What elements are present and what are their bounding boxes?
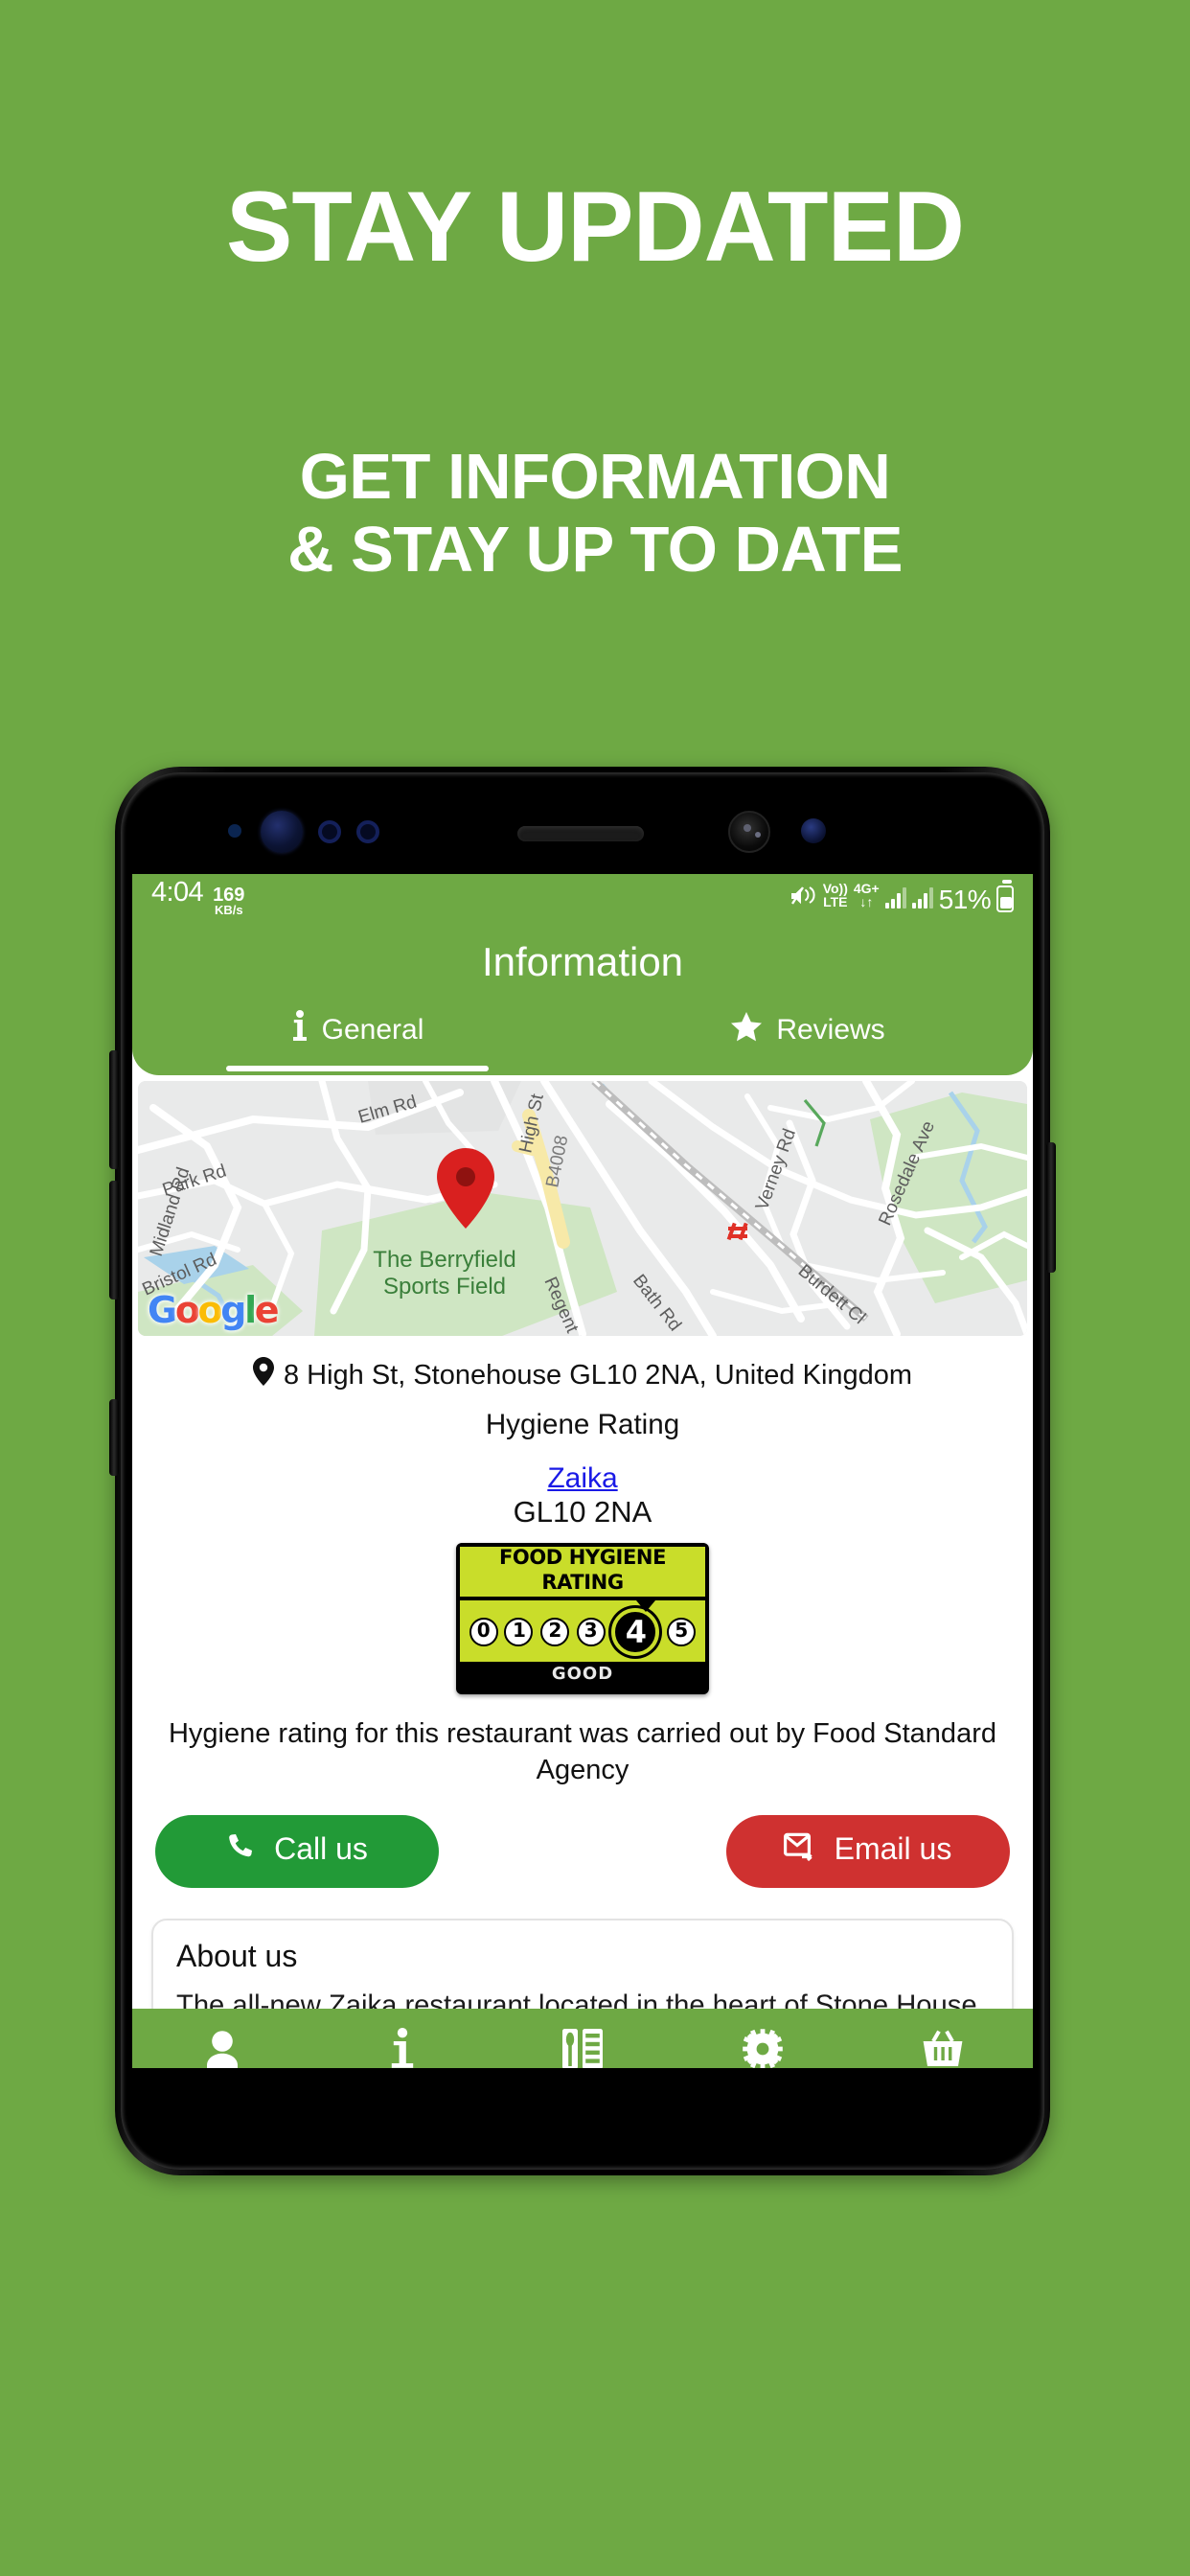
- volte-indicator: Vo)) LTE: [823, 885, 848, 910]
- app-bar: Information General Reviews: [132, 922, 1033, 1075]
- phone-top-bezel: [126, 778, 1039, 874]
- about-us-title: About us: [176, 1942, 298, 1975]
- business-link[interactable]: Zaika: [132, 1441, 1033, 1495]
- hygiene-rating-heading: Hygiene Rating: [485, 1411, 680, 1441]
- status-bar-left: 4:04 169 KB/s: [151, 879, 244, 917]
- nav-item-account[interactable]: [132, 2009, 312, 2068]
- phone-screen: 4:04 169 KB/s Vo)) LTE 4G+ ↓↑ 51% Inform…: [132, 874, 1033, 2068]
- address-row: 8 High St, Stonehouse GL10 2NA, United K…: [132, 1336, 1033, 1393]
- led-indicator-icon: [801, 818, 826, 843]
- signal-bars-sim1-icon: [884, 887, 906, 908]
- phone-icon: [226, 1832, 257, 1873]
- email-icon: [784, 1832, 817, 1873]
- network-speed-unit: KB/s: [214, 904, 243, 918]
- address-text: 8 High St, Stonehouse GL10 2NA, United K…: [283, 1360, 913, 1391]
- basket-icon: [922, 2030, 964, 2068]
- nav-item-basket[interactable]: [853, 2009, 1033, 2068]
- map-view[interactable]: Park Rd Elm Rd Midland Rd High St B4008 …: [138, 1081, 1027, 1336]
- iris-scanner-icon: [261, 811, 303, 853]
- fhrs-score-3: 3: [576, 1618, 606, 1647]
- fhrs-scale: 0 1 2 3 4 5: [460, 1600, 705, 1663]
- promo-subtitle: GET INFORMATION & STAY UP TO DATE: [0, 441, 1190, 586]
- battery-icon: [996, 880, 1014, 911]
- signal-bars-sim2-icon: [911, 887, 933, 908]
- bottom-navigation: [132, 2009, 1033, 2068]
- tab-reviews[interactable]: Reviews: [583, 1010, 1033, 1071]
- earpiece-speaker: [517, 826, 644, 841]
- sensor-icon: [228, 824, 241, 838]
- volume-down-button[interactable]: [109, 1181, 119, 1300]
- status-bar: 4:04 169 KB/s Vo)) LTE 4G+ ↓↑ 51%: [132, 874, 1033, 922]
- light-sensor-icon: [356, 820, 379, 843]
- phone-mockup: 4:04 169 KB/s Vo)) LTE 4G+ ↓↑ 51% Inform…: [109, 767, 1056, 2175]
- tab-reviews-label: Reviews: [776, 1013, 885, 1046]
- volume-up-button[interactable]: [109, 1050, 119, 1169]
- fhrs-score-0: 0: [469, 1618, 498, 1647]
- promo-subtitle-line1: GET INFORMATION: [299, 441, 891, 513]
- fhrs-header: FOOD HYGIENE RATING: [460, 1547, 705, 1601]
- promo-subtitle-line2: & STAY UP TO DATE: [287, 513, 903, 586]
- person-icon: [203, 2029, 241, 2068]
- gear-icon: [742, 2028, 784, 2068]
- volte-bottom: LTE: [823, 896, 848, 909]
- food-hygiene-rating-badge[interactable]: FOOD HYGIENE RATING 0 1 2 3 4 5 GOOD: [456, 1543, 709, 1695]
- tab-general[interactable]: General: [132, 1010, 583, 1071]
- promo-title: STAY UPDATED: [225, 172, 965, 283]
- call-us-button[interactable]: Call us: [155, 1815, 439, 1889]
- contact-buttons-row: Call us Email us: [132, 1789, 1033, 1889]
- camera-highlight: [744, 824, 751, 832]
- map-pin-icon: [437, 1148, 494, 1229]
- info-icon: [389, 2027, 416, 2068]
- muted-speaker-icon: [791, 885, 817, 911]
- call-us-label: Call us: [274, 1834, 368, 1868]
- nav-item-information[interactable]: [312, 2009, 492, 2068]
- status-time: 4:04: [151, 878, 204, 909]
- proximity-sensor-icon: [318, 820, 341, 843]
- tab-bar: General Reviews: [132, 1010, 1033, 1071]
- fhrs-footer: GOOD: [460, 1662, 705, 1691]
- fhrs-score-selected: 4: [611, 1608, 660, 1657]
- data-arrows-icon: ↓↑: [859, 896, 874, 909]
- email-us-button[interactable]: Email us: [726, 1815, 1010, 1889]
- star-icon: [730, 1011, 763, 1047]
- fhrs-score-1: 1: [504, 1618, 534, 1647]
- front-camera-icon: [728, 811, 770, 853]
- info-icon: [291, 1010, 309, 1048]
- tab-general-label: General: [321, 1013, 424, 1046]
- status-bar-right: Vo)) LTE 4G+ ↓↑ 51%: [791, 880, 1014, 913]
- nav-item-settings[interactable]: [673, 2009, 853, 2068]
- assistant-button[interactable]: [109, 1399, 119, 1476]
- battery-percent: 51%: [938, 883, 992, 913]
- fsa-note: Hygiene rating for this restaurant was c…: [168, 1719, 996, 1786]
- nav-item-menu[interactable]: [492, 2009, 673, 2068]
- location-pin-icon: [252, 1357, 274, 1393]
- network-type-indicator: 4G+ ↓↑: [854, 885, 880, 910]
- page-title: Information: [481, 941, 684, 985]
- camera-highlight-2: [755, 832, 761, 838]
- power-button[interactable]: [1046, 1142, 1056, 1273]
- svg-text:The Berryfield: The Berryfield: [373, 1247, 515, 1273]
- email-us-label: Email us: [834, 1834, 952, 1868]
- fhrs-score-2: 2: [540, 1618, 570, 1647]
- google-logo: Google: [148, 1290, 279, 1332]
- fhrs-score-5: 5: [667, 1618, 697, 1647]
- svg-text:Sports Field: Sports Field: [383, 1274, 506, 1300]
- network-speed: 169 KB/s: [213, 888, 244, 918]
- menu-cutlery-icon: [561, 2028, 604, 2068]
- general-tab-content: Park Rd Elm Rd Midland Rd High St B4008 …: [132, 1081, 1033, 2068]
- postcode-text: GL10 2NA: [513, 1497, 652, 1530]
